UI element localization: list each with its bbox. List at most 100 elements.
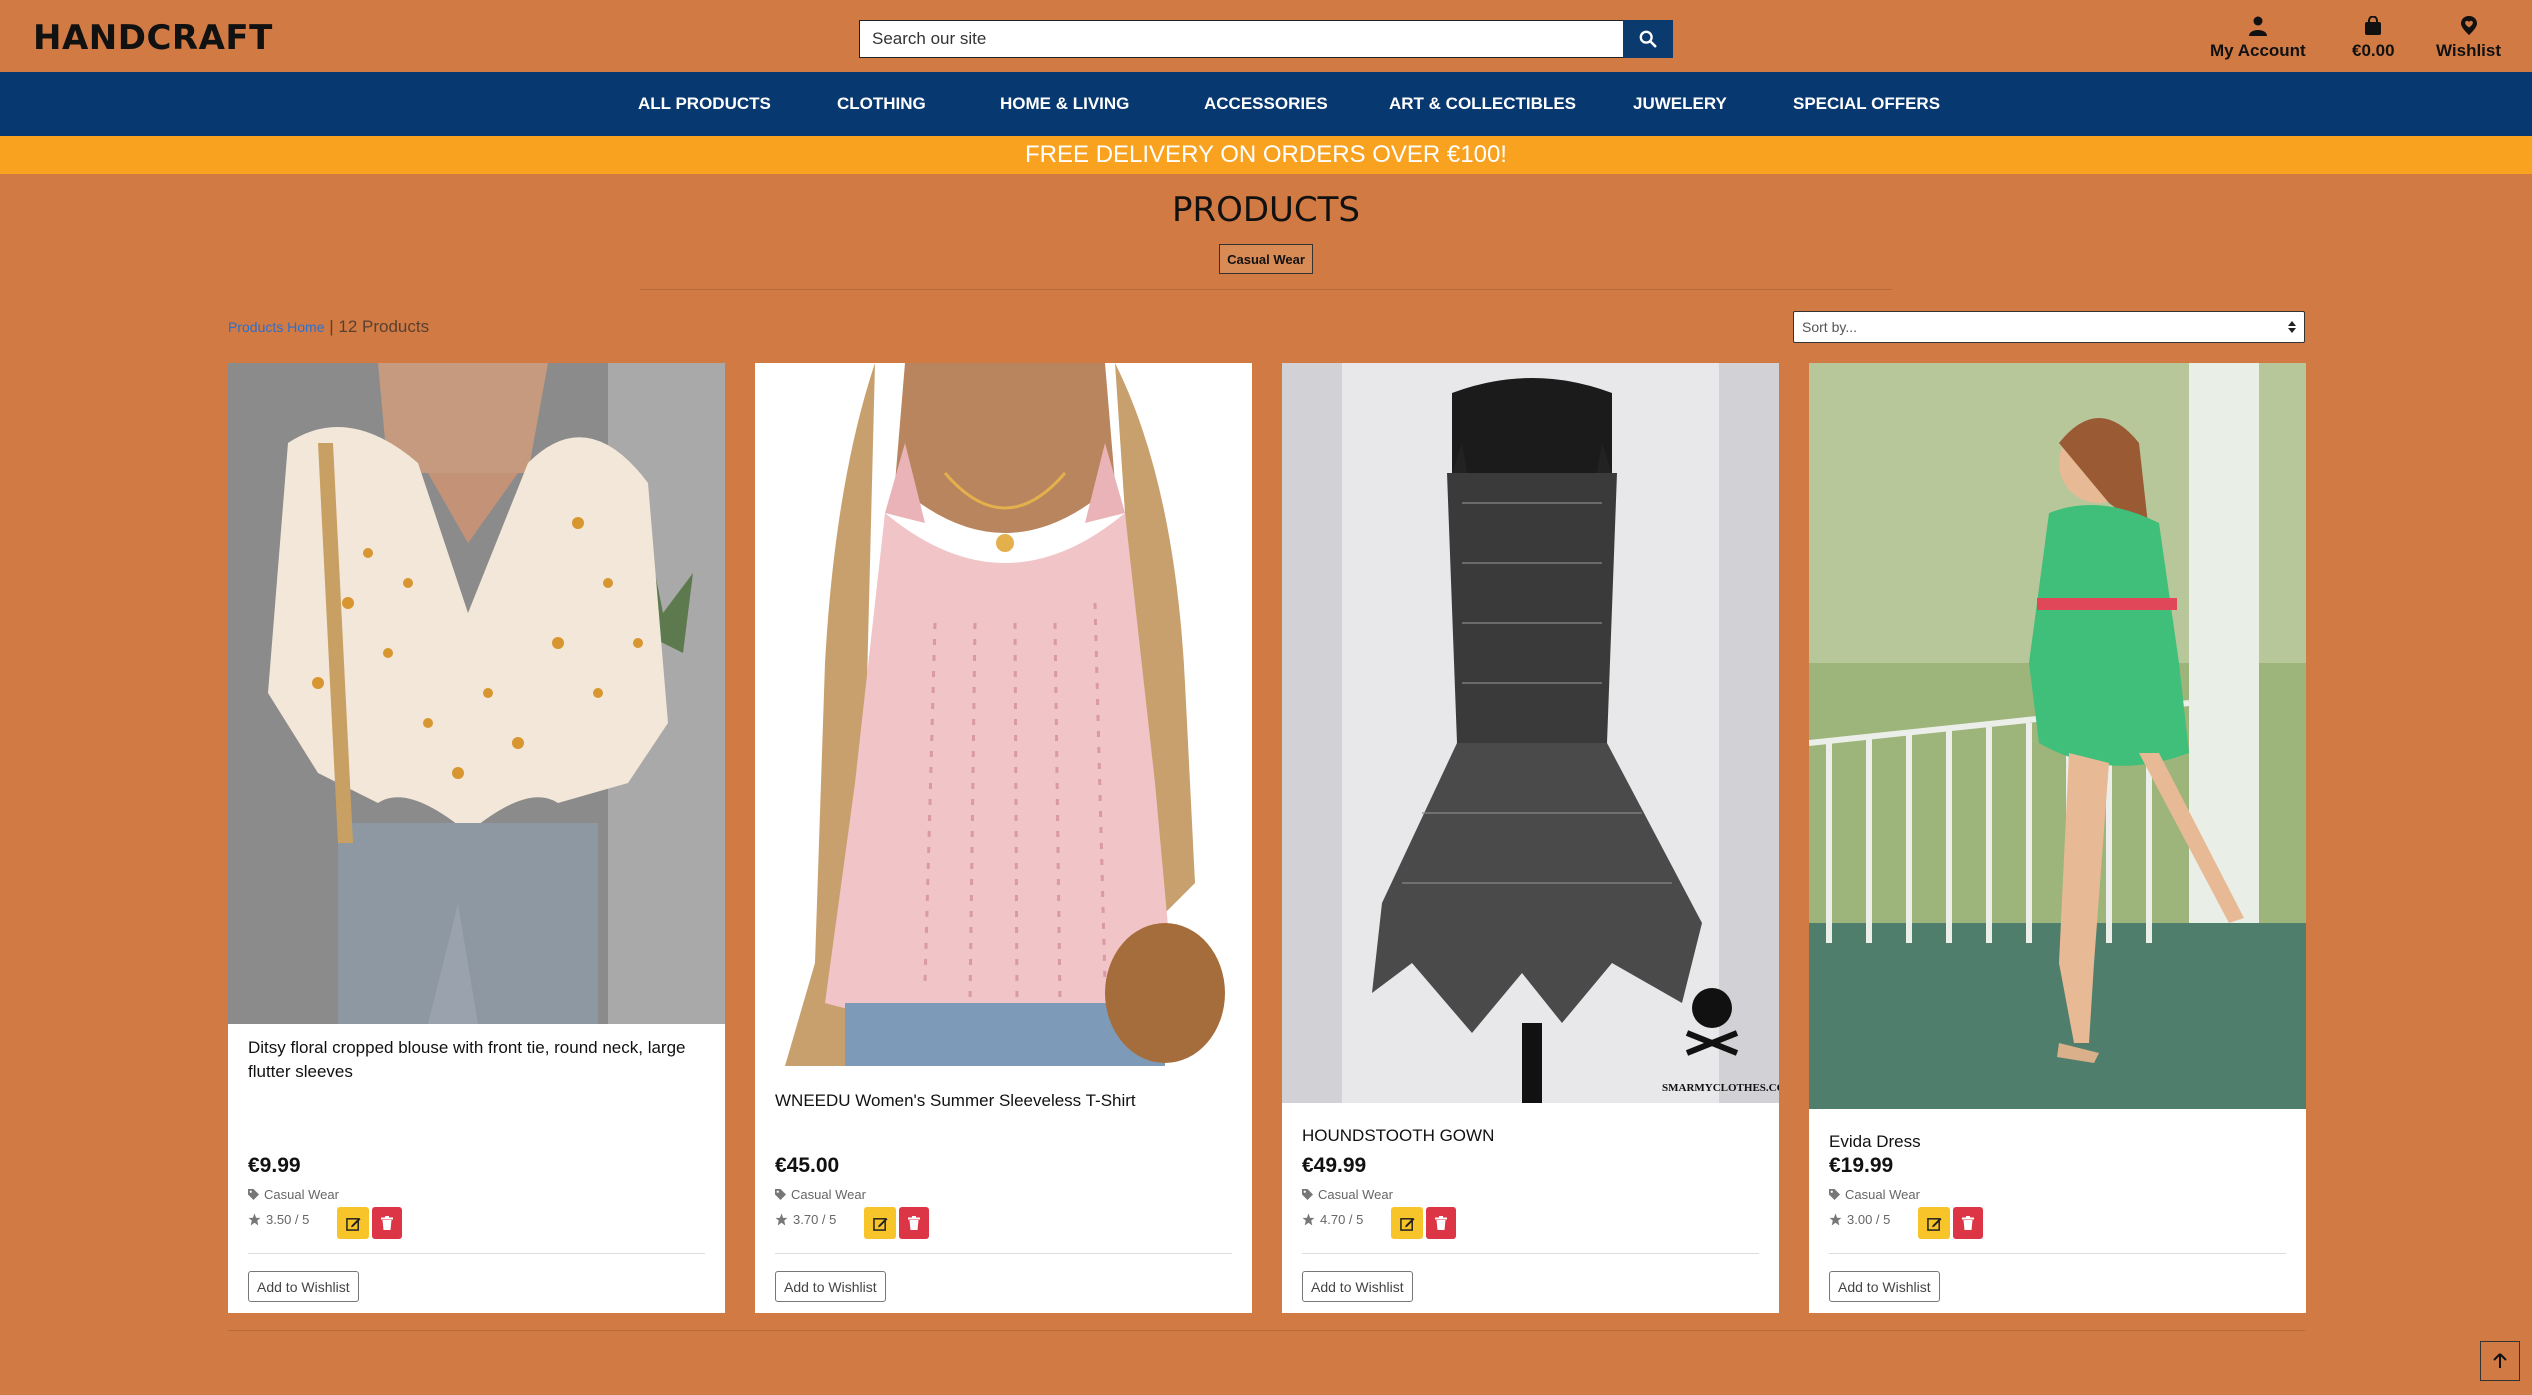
product-image[interactable]	[228, 363, 725, 1024]
product-name[interactable]: HOUNDSTOOTH GOWN	[1302, 1124, 1762, 1148]
edit-product-button[interactable]	[1391, 1207, 1423, 1239]
trash-icon	[1435, 1216, 1447, 1230]
breadcrumb: Products Home | 12 Products	[228, 317, 429, 337]
delete-product-button[interactable]	[1426, 1207, 1456, 1239]
product-category-label: Casual Wear	[1845, 1187, 1920, 1202]
delete-product-button[interactable]	[899, 1207, 929, 1239]
product-price: €19.99	[1829, 1154, 1894, 1177]
product-name[interactable]: Ditsy floral cropped blouse with front t…	[248, 1036, 708, 1084]
product-price: €9.99	[248, 1154, 301, 1177]
product-name[interactable]: Evida Dress	[1829, 1130, 2289, 1154]
heart-badge-icon	[2460, 16, 2477, 35]
user-icon	[2248, 16, 2267, 36]
trash-icon	[1962, 1216, 1974, 1230]
product-category: Casual Wear	[248, 1187, 339, 1202]
edit-icon	[872, 1217, 888, 1231]
search-icon	[1639, 30, 1657, 48]
product-card: Ditsy floral cropped blouse with front t…	[228, 363, 725, 1313]
add-to-wishlist-button[interactable]: Add to Wishlist	[775, 1271, 886, 1302]
product-rating-value: 3.50 / 5	[266, 1212, 310, 1227]
category-filter-chip[interactable]: Casual Wear	[1219, 244, 1313, 274]
tag-icon	[248, 1189, 259, 1200]
edit-product-button[interactable]	[1918, 1207, 1950, 1239]
nav-jewelery[interactable]: JUWELERY	[1633, 94, 1727, 114]
product-category-label: Casual Wear	[264, 1187, 339, 1202]
product-count: 12 Products	[338, 317, 430, 336]
back-to-top-button[interactable]	[2480, 1341, 2520, 1381]
card-divider	[775, 1253, 1232, 1254]
card-divider	[1302, 1253, 1759, 1254]
wishlist-link[interactable]: Wishlist	[2436, 16, 2501, 61]
search-button[interactable]	[1623, 20, 1673, 58]
product-rating: 3.50 / 5	[248, 1212, 309, 1227]
main-nav: ALL PRODUCTS CLOTHING HOME & LIVING ACCE…	[0, 72, 2532, 136]
my-account-link[interactable]: My Account	[2210, 16, 2306, 61]
edit-icon	[1926, 1217, 1942, 1231]
nav-home-living[interactable]: HOME & LIVING	[1000, 94, 1129, 114]
search-bar	[859, 20, 1673, 58]
shopping-bag-icon	[2365, 16, 2382, 35]
nav-accessories[interactable]: ACCESSORIES	[1204, 94, 1328, 114]
edit-product-button[interactable]	[864, 1207, 896, 1239]
sort-arrows-icon	[2288, 321, 2296, 333]
product-rating-value: 3.00 / 5	[1847, 1212, 1891, 1227]
add-to-wishlist-button[interactable]: Add to Wishlist	[248, 1271, 359, 1302]
breadcrumb-separator: |	[324, 317, 339, 336]
product-price: €49.99	[1302, 1154, 1367, 1177]
my-account-label: My Account	[2210, 41, 2306, 60]
cart-total: €0.00	[2352, 41, 2395, 60]
star-icon	[775, 1213, 788, 1226]
add-to-wishlist-button[interactable]: Add to Wishlist	[1302, 1271, 1413, 1302]
product-category: Casual Wear	[1829, 1187, 1920, 1202]
product-rating-value: 3.70 / 5	[793, 1212, 837, 1227]
edit-icon	[345, 1217, 361, 1231]
products-home-link[interactable]: Products Home	[228, 319, 324, 335]
trash-icon	[381, 1216, 393, 1230]
site-header: HANDCRAFT My Account €0.00 Wishlist	[0, 0, 2532, 72]
nav-art-collectibles[interactable]: ART & COLLECTIBLES	[1389, 94, 1576, 114]
add-to-wishlist-button[interactable]: Add to Wishlist	[1829, 1271, 1940, 1302]
tag-icon	[1302, 1189, 1313, 1200]
search-input[interactable]	[859, 20, 1623, 58]
edit-icon	[1399, 1217, 1415, 1231]
star-icon	[1302, 1213, 1315, 1226]
product-card: Evida Dress €19.99 Casual Wear 3.00 / 5 …	[1809, 363, 2306, 1313]
product-card: SMARMYCLOTHES.COM HOUNDSTOOTH GOWN €49.9…	[1282, 363, 1779, 1313]
nav-special-offers[interactable]: SPECIAL OFFERS	[1793, 94, 1940, 114]
product-image[interactable]	[1809, 363, 2306, 1109]
nav-all-products[interactable]: ALL PRODUCTS	[638, 94, 771, 114]
card-divider	[1829, 1253, 2286, 1254]
footer-divider	[228, 1330, 2305, 1331]
page-title: PRODUCTS	[1171, 190, 1361, 230]
product-image[interactable]	[755, 363, 1252, 1066]
product-category: Casual Wear	[775, 1187, 866, 1202]
title-divider	[640, 289, 1892, 290]
product-rating: 3.70 / 5	[775, 1212, 836, 1227]
product-rating: 4.70 / 5	[1302, 1212, 1363, 1227]
wishlist-label: Wishlist	[2436, 41, 2502, 60]
tag-icon	[775, 1189, 786, 1200]
product-image[interactable]: SMARMYCLOTHES.COM	[1282, 363, 1779, 1103]
tag-icon	[1829, 1189, 1840, 1200]
trash-icon	[908, 1216, 920, 1230]
product-category: Casual Wear	[1302, 1187, 1393, 1202]
promo-banner: FREE DELIVERY ON ORDERS OVER €100!	[0, 136, 2532, 174]
star-icon	[1829, 1213, 1842, 1226]
delete-product-button[interactable]	[1953, 1207, 1983, 1239]
delete-product-button[interactable]	[372, 1207, 402, 1239]
product-rating-value: 4.70 / 5	[1320, 1212, 1364, 1227]
product-name[interactable]: WNEEDU Women's Summer Sleeveless T-Shirt	[775, 1089, 1235, 1113]
card-divider	[248, 1253, 705, 1254]
brand-logo[interactable]: HANDCRAFT	[33, 18, 273, 58]
product-card: WNEEDU Women's Summer Sleeveless T-Shirt…	[755, 363, 1252, 1313]
arrow-up-icon	[2493, 1353, 2507, 1368]
sort-select[interactable]: Sort by...	[1793, 311, 2305, 343]
nav-clothing[interactable]: CLOTHING	[837, 94, 926, 114]
sort-select-value: Sort by...	[1802, 319, 1857, 335]
product-category-label: Casual Wear	[791, 1187, 866, 1202]
star-icon	[248, 1213, 261, 1226]
product-price: €45.00	[775, 1154, 840, 1177]
image-watermark-text: SMARMYCLOTHES.COM	[1662, 1082, 1779, 1094]
edit-product-button[interactable]	[337, 1207, 369, 1239]
cart-link[interactable]: €0.00	[2352, 16, 2395, 61]
